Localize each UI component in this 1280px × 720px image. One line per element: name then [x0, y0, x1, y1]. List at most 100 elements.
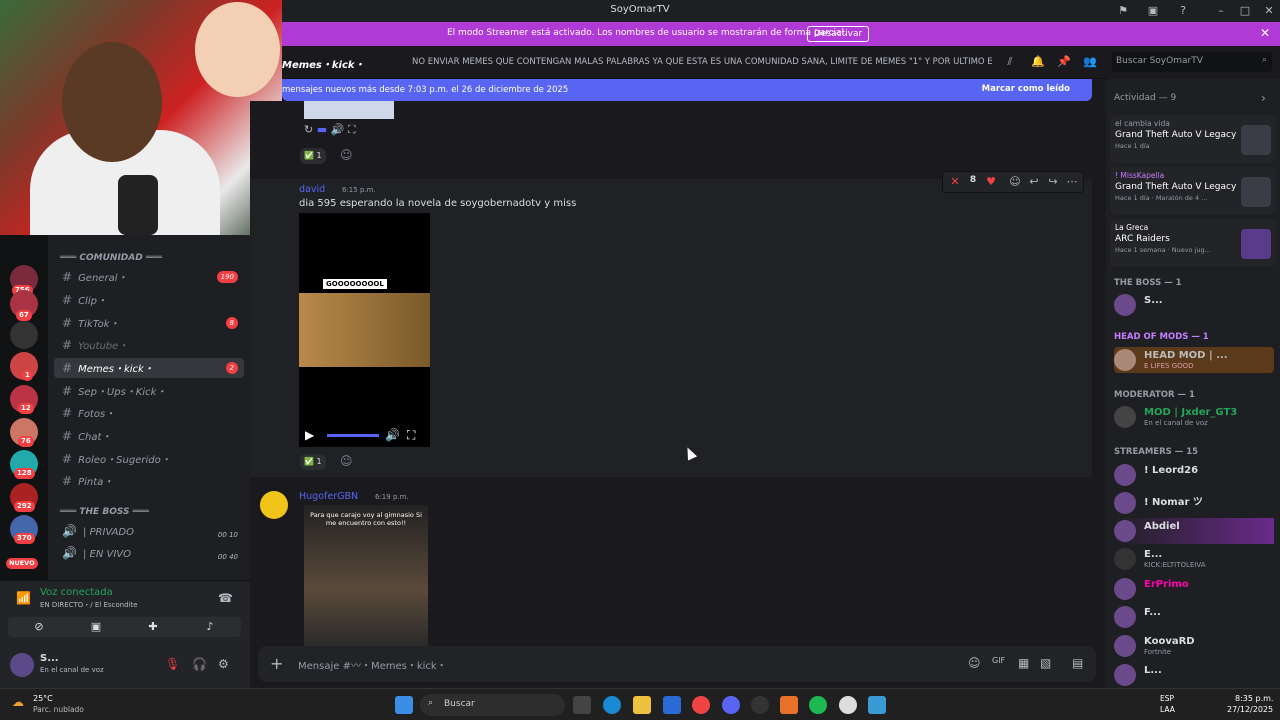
avatar[interactable] [260, 491, 288, 519]
activity-card[interactable]: ! MissKapella Grand Theft Auto V Legacy Ha… [1110, 167, 1276, 215]
member-item[interactable]: E... KICK:ELTITOLEIVA [1114, 546, 1274, 572]
add-reaction-icon[interactable]: ☺ [1007, 175, 1023, 191]
channel-chat[interactable]: # Chat・ [54, 426, 244, 446]
forward-icon[interactable]: ↪ [1045, 175, 1061, 191]
heart-icon[interactable]: ♥ [983, 175, 999, 191]
task-view-icon[interactable] [573, 696, 591, 714]
author-name[interactable]: HugoferGBN [299, 491, 358, 502]
video-attachment[interactable]: Para que carajo voy al gimnasio Si me en… [304, 505, 428, 646]
member-item[interactable]: L... [1114, 662, 1274, 688]
progress-bar[interactable] [327, 434, 379, 437]
search-input[interactable]: Buscar SoyOmarTV ⌕ [1112, 52, 1272, 72]
signal-icon[interactable]: 📶 [16, 591, 31, 605]
obs-icon[interactable] [839, 696, 857, 714]
bell-icon[interactable]: 🔔 [1030, 55, 1046, 71]
app-icon[interactable] [868, 696, 886, 714]
channel-sep-ups-kick[interactable]: # Sep・Ups・Kick・ [54, 381, 244, 401]
member-item[interactable]: ! Leord26 [1114, 462, 1274, 488]
close-icon[interactable]: ✕ [1260, 26, 1270, 40]
avatar[interactable] [10, 653, 34, 677]
channel-fotos[interactable]: # Fotos・ [54, 403, 244, 423]
mute-icon[interactable]: 🎙 [165, 657, 180, 671]
image-icon[interactable]: ▧ [1040, 656, 1051, 670]
volume-icon[interactable]: 🔊 [385, 428, 400, 442]
new-server-badge[interactable]: NUEVO [6, 558, 38, 569]
fullscreen-icon[interactable]: ⛶ [407, 428, 415, 443]
add-reaction-icon[interactable]: ☺ [340, 454, 353, 468]
inbox-icon[interactable]: ⚑ [1115, 3, 1131, 19]
windows-start-icon[interactable] [395, 696, 413, 714]
gear-icon[interactable]: ⚙ [218, 657, 229, 671]
language-layout[interactable]: LAA [1160, 705, 1175, 714]
gif-icon[interactable]: GIF [992, 656, 1005, 665]
member-item[interactable]: S... [1114, 292, 1274, 318]
media-controls[interactable]: ↻ ▬ 🔊 ⛶ [304, 123, 356, 137]
new-messages-bar[interactable]: mensajes nuevos más desde 7:03 p.m. el 2… [282, 79, 1092, 101]
more-icon[interactable]: ⋯ [1064, 175, 1080, 191]
file-explorer-icon[interactable] [633, 696, 651, 714]
close-window-button[interactable]: ✕ [1261, 3, 1277, 19]
spotify-icon[interactable] [809, 696, 827, 714]
channel-tiktok[interactable]: # TikTok・ 8 [54, 313, 244, 333]
server-icon[interactable]: 128 [10, 450, 38, 479]
add-reaction-icon[interactable]: ☺ [340, 148, 353, 162]
activity-card[interactable]: el cambia vida Grand Theft Auto V Legacy H… [1110, 115, 1276, 163]
server-icon[interactable]: 1 [10, 352, 38, 381]
apps-icon[interactable]: ▤ [1072, 656, 1083, 670]
server-icon[interactable]: 67 [10, 290, 38, 321]
language[interactable]: ESP [1160, 694, 1174, 703]
server-icon[interactable]: 756 [10, 265, 38, 296]
screen-icon[interactable]: ▣ [1145, 3, 1161, 19]
edge-icon[interactable] [603, 696, 621, 714]
channel-general[interactable]: # General・ 190 [54, 267, 244, 287]
mark-read-button[interactable]: Marcar como leído [982, 84, 1070, 94]
app-icon[interactable] [751, 696, 769, 714]
category-comunidad[interactable]: ═══ COMUNIDAD ═══ [60, 253, 162, 263]
member-item[interactable]: ErPrimo [1114, 576, 1274, 602]
discord-icon[interactable] [722, 696, 740, 714]
activities-button[interactable]: ✚ [122, 617, 184, 637]
clock-date[interactable]: 27/12/2025 [1227, 705, 1273, 714]
member-item[interactable]: MOD | Jxder_GT3 En el canal de voz [1114, 404, 1274, 430]
member-item[interactable]: F... [1114, 604, 1274, 630]
channel-pinta[interactable]: # Pinta・ [54, 471, 244, 491]
minimize-button[interactable]: – [1213, 3, 1229, 19]
message-composer[interactable]: + Mensaje #〰・Memes・kick・ ☺ GIF ▦ ▧ ▤ [258, 646, 1096, 682]
close-icon[interactable]: ✕ [947, 175, 963, 191]
category-the-boss[interactable]: ═══ THE BOSS ═══ [60, 507, 149, 517]
taskbar-search[interactable]: ⌕ Buscar [420, 694, 565, 716]
help-icon[interactable]: ? [1175, 3, 1191, 19]
reaction-check[interactable]: ✅ 1 [300, 454, 326, 470]
composer-placeholder[interactable]: Mensaje #〰・Memes・kick・ [298, 657, 447, 672]
chrome-icon[interactable] [692, 696, 710, 714]
channel-youtube[interactable]: # Youtube・ [54, 335, 244, 355]
disconnect-icon[interactable]: ☎ [218, 591, 233, 605]
soundboard-button[interactable]: ♪ [179, 617, 241, 637]
chevron-right-icon[interactable]: › [1261, 91, 1266, 105]
voice-channel-en-vivo[interactable]: 🔊 | EN VIVO 00 40 [54, 543, 244, 563]
screen-share-button[interactable]: ▣ [65, 617, 127, 637]
channel-clip[interactable]: # Clip・ [54, 290, 244, 310]
clock-time[interactable]: 8:35 p.m. [1235, 694, 1273, 703]
member-item[interactable]: ! Nomar ツ [1114, 490, 1274, 516]
server-icon[interactable]: 370 [10, 515, 38, 544]
channel-topic[interactable]: NO ENVIAR MEMES QUE CONTENGAN MALAS PALA… [412, 57, 992, 67]
plus-icon[interactable]: + [270, 654, 283, 673]
weather-icon[interactable]: ☁ [12, 695, 24, 709]
camera-off-button[interactable]: ⊘ [8, 617, 70, 637]
disable-streamer-button[interactable]: Desactivar [807, 26, 870, 42]
weather-desc[interactable]: Parc. nublado [33, 705, 84, 714]
channel-roleo[interactable]: # Roleo・Sugerido・ [54, 449, 244, 469]
server-icon[interactable]: 292 [10, 483, 38, 512]
author-name[interactable]: david [299, 184, 325, 195]
server-icon[interactable]: 12 [10, 385, 38, 414]
channel-memes-kick[interactable]: # Memes・kick・ 2 [54, 358, 244, 378]
activity-card[interactable]: La Greca ARC Raiders Hace 1 semana · Nuevo… [1110, 219, 1276, 267]
reply-icon[interactable]: ↩ [1026, 175, 1042, 191]
weather-temp[interactable]: 25°C [33, 694, 53, 703]
store-icon[interactable] [663, 696, 681, 714]
reaction-count[interactable]: 8 [965, 175, 981, 191]
member-item[interactable]: KoovaRD Fortnite [1114, 633, 1274, 659]
server-icon[interactable]: 76 [10, 418, 38, 447]
emoji-icon[interactable]: ☺ [968, 656, 981, 670]
